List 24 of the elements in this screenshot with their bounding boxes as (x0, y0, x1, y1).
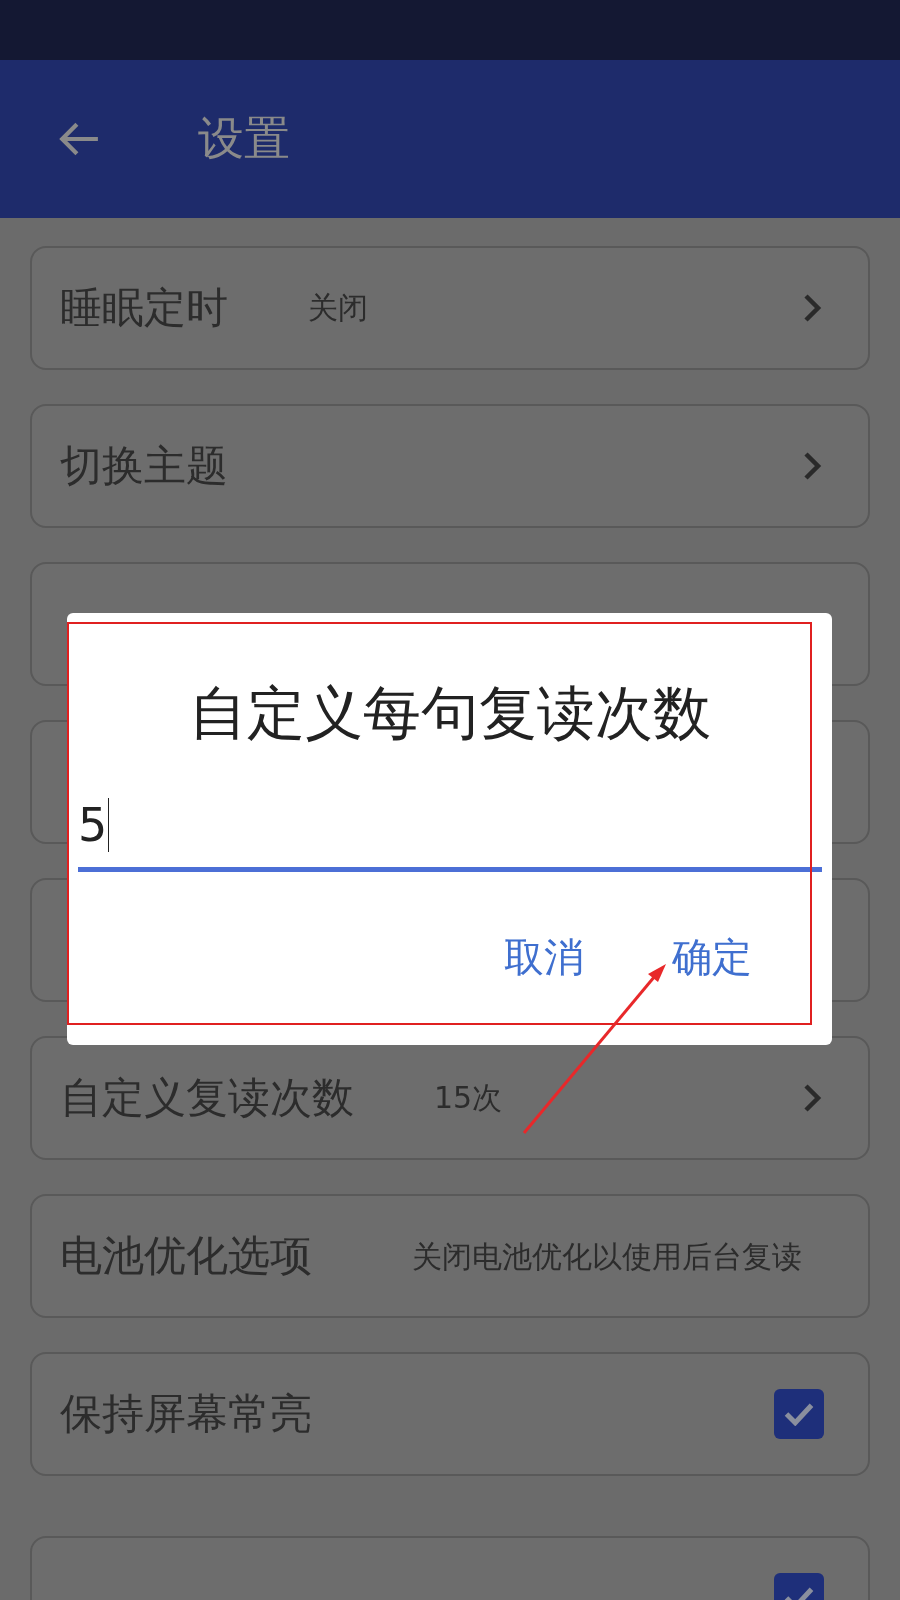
back-arrow-icon[interactable] (58, 121, 100, 157)
dialog-title: 自定义每句复读次数 (187, 678, 712, 749)
settings-row[interactable]: 自定义复读次数 15次 (30, 1036, 870, 1160)
checkbox[interactable] (774, 1389, 824, 1439)
dialog-button[interactable]: 确定 (672, 930, 752, 985)
page-title: 设置 (198, 110, 290, 167)
row-label: 保持屏幕常亮 (60, 1388, 312, 1440)
settings-row[interactable]: 电池优化选项 关闭电池优化以使用后台复读 (30, 1194, 870, 1318)
row-value: 15次 (434, 1078, 503, 1117)
check-icon (784, 1402, 814, 1426)
settings-row[interactable]: 切换主题 (30, 404, 870, 528)
row-label: 切换主题 (60, 440, 228, 492)
chevron-right-icon (802, 1082, 822, 1114)
row-label: 自定义复读次数 (60, 1072, 354, 1124)
chevron-right-icon (802, 450, 822, 482)
dialog-button[interactable]: 取消 (504, 930, 584, 985)
row-value: 关闭 (308, 288, 368, 327)
input-field[interactable]: 5 (78, 783, 822, 872)
chevron-right-icon (802, 292, 822, 324)
row-value: 关闭电池优化以使用后台复读 (412, 1237, 803, 1276)
settings-row[interactable]: 睡眠定时 关闭 (30, 246, 870, 370)
settings-row[interactable]: 保持屏幕常亮 (30, 1352, 870, 1476)
row-label: 电池优化选项 (60, 1230, 312, 1282)
row-label: 睡眠定时 (60, 282, 228, 334)
